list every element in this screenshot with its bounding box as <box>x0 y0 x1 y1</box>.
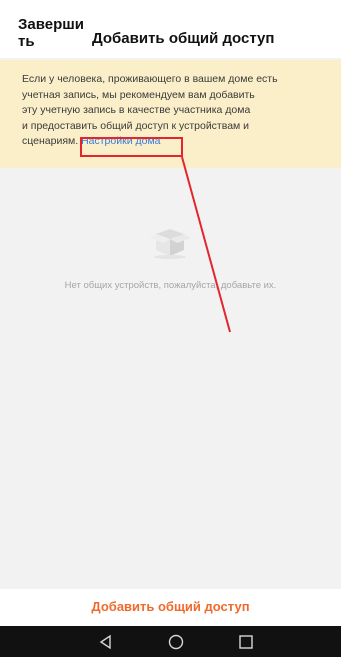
notice-line: учетная запись, мы рекомендуем вам добав… <box>22 88 255 101</box>
notice-line-prefix: сценариям. <box>22 135 79 147</box>
bottom-action-bar: Добавить общий доступ <box>0 589 341 626</box>
empty-box-icon <box>149 229 191 259</box>
notice-last-line: сценариям. Настройки дома <box>22 134 327 150</box>
top-header: Заверши ть Добавить общий доступ <box>0 0 341 58</box>
notice-line: и предоставить общий доступ к устройства… <box>22 119 250 132</box>
recent-square-icon[interactable] <box>236 632 256 652</box>
home-settings-link[interactable]: Настройки дома <box>81 135 160 147</box>
home-circle-icon[interactable] <box>166 632 186 652</box>
info-notice: Если у человека, проживающего в вашем до… <box>0 60 341 168</box>
page-title: Добавить общий доступ <box>92 30 275 47</box>
notice-line: эту учетную запись в качестве участника … <box>22 104 251 116</box>
add-share-button[interactable]: Добавить общий доступ <box>91 599 249 614</box>
back-triangle-icon[interactable] <box>96 632 116 652</box>
finish-button[interactable]: Заверши ть <box>18 16 88 50</box>
empty-state-text: Нет общих устройств, пожалуйста, добавьт… <box>64 280 277 291</box>
notice-line: Если у человека, проживающего в вашем до… <box>22 73 278 85</box>
system-navbar <box>0 626 341 657</box>
